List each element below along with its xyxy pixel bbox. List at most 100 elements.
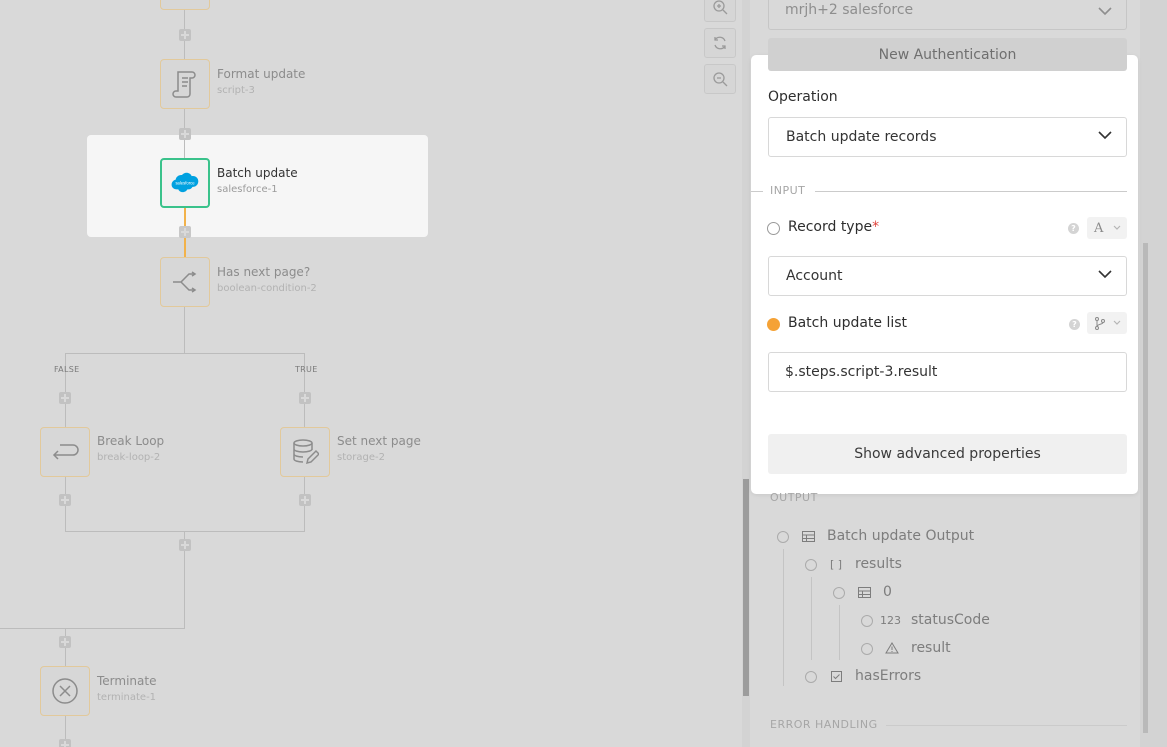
database-edit-icon — [293, 439, 319, 465]
new-authentication-button[interactable]: New Authentication — [768, 38, 1127, 71]
show-advanced-properties-button[interactable]: Show advanced properties — [768, 434, 1127, 474]
operation-value: Batch update records — [786, 129, 937, 145]
checkbox-icon — [831, 671, 842, 682]
connector — [0, 628, 185, 629]
branch-mode-icon — [1095, 316, 1105, 330]
terminate-node[interactable] — [40, 666, 90, 716]
divider — [815, 191, 1127, 192]
table-icon — [802, 531, 815, 542]
batch-update-list-radio[interactable] — [767, 318, 780, 331]
tree-line — [811, 577, 812, 660]
true-branch-label: TRUE — [295, 365, 318, 374]
previous-node[interactable] — [160, 0, 210, 10]
record-type-mode-toggle[interactable]: A — [1087, 217, 1127, 239]
add-step-button[interactable] — [179, 539, 191, 551]
panel-inner-scrollbar[interactable] — [1143, 243, 1148, 733]
script-scroll-icon — [172, 71, 196, 98]
chevron-down-icon — [1113, 320, 1121, 325]
add-step-button[interactable] — [299, 392, 311, 404]
chevron-down-icon — [1113, 225, 1121, 230]
batch-update-list-label: Batch update list — [788, 315, 908, 331]
item-0-radio[interactable] — [833, 587, 845, 599]
results-label: results — [855, 556, 902, 572]
authentication-value: mrjh+2 salesforce — [785, 2, 914, 18]
tree-line — [783, 549, 784, 686]
chevron-down-icon — [1098, 7, 1112, 16]
tree-line — [839, 605, 840, 660]
false-branch-label: FALSE — [54, 365, 80, 374]
add-step-button[interactable] — [179, 128, 191, 140]
zoom-in-icon — [713, 0, 728, 15]
status-code-label: statusCode — [911, 612, 990, 628]
add-step-button[interactable] — [179, 226, 191, 238]
record-type-select[interactable]: Account — [768, 256, 1127, 296]
has-errors-radio[interactable] — [805, 671, 817, 683]
branch-icon — [173, 271, 197, 293]
operation-label: Operation — [768, 89, 838, 105]
record-type-label: Record type* — [788, 219, 879, 235]
record-type-label-text: Record type — [788, 219, 873, 235]
number-icon: 123 — [880, 614, 901, 627]
batch-update-list-value: $.steps.script-3.result — [785, 364, 938, 380]
add-step-button[interactable] — [59, 636, 71, 648]
add-step-button[interactable] — [59, 739, 71, 747]
help-icon[interactable]: ? — [1069, 319, 1080, 330]
has-errors-label: hasErrors — [855, 668, 922, 684]
record-type-radio[interactable] — [767, 222, 780, 235]
status-code-radio[interactable] — [861, 615, 873, 627]
batch-update-label: Batch update — [217, 166, 298, 180]
chevron-down-icon — [1098, 270, 1112, 279]
has-next-page-label: Has next page? — [217, 265, 311, 279]
output-section-title: OUTPUT — [770, 491, 818, 504]
format-update-node[interactable] — [160, 59, 210, 109]
connector — [184, 307, 185, 353]
array-icon: [ ] — [830, 558, 843, 571]
batch-update-node[interactable]: salesforce — [160, 158, 210, 208]
result-radio[interactable] — [861, 643, 873, 655]
batch-update-list-mode-toggle[interactable] — [1087, 312, 1127, 334]
new-authentication-label: New Authentication — [878, 46, 1017, 63]
has-next-page-id: boolean-condition-2 — [217, 283, 317, 294]
add-step-button[interactable] — [59, 494, 71, 506]
workflow-canvas[interactable]: Format update script-3 salesforce Batch … — [0, 0, 742, 747]
divider — [751, 191, 763, 192]
add-step-button[interactable] — [179, 29, 191, 41]
required-marker: * — [872, 219, 880, 235]
table-icon — [858, 587, 871, 598]
terminate-id: terminate-1 — [97, 692, 157, 703]
batch-update-list-input[interactable]: $.steps.script-3.result — [768, 352, 1127, 392]
salesforce-icon-text: salesforce — [175, 181, 195, 186]
terminate-label: Terminate — [97, 674, 157, 688]
break-loop-id: break-loop-2 — [97, 452, 161, 463]
operation-select[interactable]: Batch update records — [768, 117, 1127, 157]
break-loop-label: Break Loop — [97, 434, 165, 448]
zoom-out-icon — [713, 72, 728, 87]
item-0-label: 0 — [883, 584, 892, 600]
return-arrow-icon — [52, 444, 79, 460]
refresh-icon — [714, 36, 726, 50]
output-root-radio[interactable] — [777, 531, 789, 543]
salesforce-icon: salesforce — [171, 172, 199, 193]
add-step-button[interactable] — [59, 392, 71, 404]
has-next-page-node[interactable] — [160, 257, 210, 307]
chevron-down-icon — [1098, 131, 1112, 140]
record-type-value: Account — [786, 268, 843, 284]
set-next-page-id: storage-2 — [337, 452, 385, 463]
break-loop-node[interactable] — [40, 427, 90, 477]
set-next-page-node[interactable] — [280, 427, 330, 477]
authentication-select[interactable]: mrjh+2 salesforce — [768, 0, 1127, 30]
zoom-out-button[interactable] — [704, 64, 736, 94]
zoom-in-button[interactable] — [704, 0, 736, 22]
add-step-button[interactable] — [299, 494, 311, 506]
text-mode-icon: A — [1094, 220, 1104, 236]
output-root-label: Batch update Output — [827, 528, 975, 544]
results-radio[interactable] — [805, 559, 817, 571]
close-circle-icon — [52, 678, 78, 704]
input-section-title: INPUT — [770, 184, 806, 197]
format-update-label: Format update — [217, 67, 306, 81]
panel-scrollbar[interactable] — [743, 479, 749, 696]
show-advanced-properties-label: Show advanced properties — [854, 446, 1041, 462]
help-icon[interactable]: ? — [1068, 223, 1079, 234]
reset-zoom-button[interactable] — [704, 28, 736, 58]
set-next-page-label: Set next page — [337, 434, 421, 448]
